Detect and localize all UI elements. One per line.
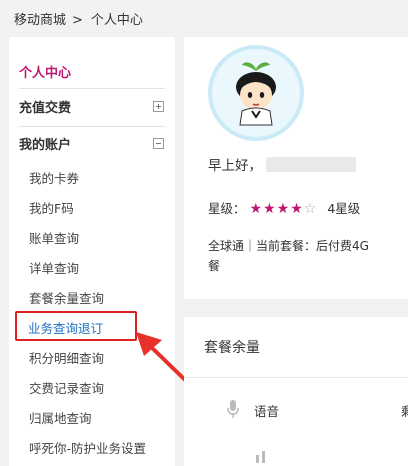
highlight-box [15, 311, 137, 341]
masked-username [266, 157, 356, 172]
greeting-text: 早上好， [208, 158, 262, 174]
breadcrumb-separator: > [72, 13, 83, 28]
star-filled-icon: ★ [249, 201, 264, 217]
voice-label: 语音 [254, 404, 280, 419]
microphone-icon [227, 400, 239, 418]
balance-divider [184, 377, 408, 378]
avatar-icon [216, 53, 296, 133]
voice-row: 语音 剩 [227, 400, 408, 420]
level-text: 4星级 [327, 201, 361, 216]
plan-info: 全球通｜当前套餐：后付费4G 餐 [208, 236, 408, 276]
sidebar-group-account-label: 我的账户 [19, 138, 72, 153]
plan-info-line2: 餐 [208, 259, 221, 273]
plan-info-line1: 全球通｜当前套餐：后付费4G [208, 239, 369, 253]
sidebar-item-payment-records[interactable]: 交费记录查询 [29, 378, 104, 396]
breadcrumb-current: 个人中心 [90, 13, 143, 28]
sidebar-divider [19, 88, 165, 89]
balance-panel: 套餐余量 语音 剩 [184, 317, 408, 466]
breadcrumb: 移动商城 > 个人中心 [14, 9, 143, 28]
sidebar-item-plan-balance[interactable]: 套餐余量查询 [29, 288, 104, 306]
minus-box-icon[interactable] [153, 138, 164, 149]
sidebar-item-points-detail[interactable]: 积分明细查询 [29, 348, 104, 366]
sidebar-group-recharge[interactable]: 充值交费 [19, 97, 165, 117]
sidebar-item-fcode[interactable]: 我的F码 [29, 198, 74, 216]
sidebar-item-detail-query[interactable]: 详单查询 [29, 258, 79, 276]
sidebar-group-account[interactable]: 我的账户 [19, 134, 165, 154]
sidebar-item-harassment-protection[interactable]: 呼死你-防护业务设置 [29, 438, 146, 456]
avatar[interactable] [208, 45, 304, 141]
sidebar-group-recharge-label: 充值交费 [19, 101, 72, 116]
sidebar-divider [19, 126, 165, 127]
star-filled-icon: ★ [276, 201, 291, 217]
balance-title: 套餐余量 [204, 340, 260, 356]
greeting: 早上好， [208, 154, 356, 174]
sidebar-item-coupons[interactable]: 我的卡券 [29, 168, 79, 186]
star-empty-icon: ☆ [303, 201, 318, 217]
star-filled-icon: ★ [290, 201, 304, 217]
level-label: 星级： [208, 201, 246, 216]
sidebar-item-location-query[interactable]: 归属地查询 [29, 408, 92, 426]
sidebar-title[interactable]: 个人中心 [19, 62, 71, 81]
user-level: 星级： ★★★★☆ 4星级 [208, 198, 360, 217]
level-stars: ★★★★☆ [250, 201, 318, 217]
profile-panel: 早上好， 星级： ★★★★☆ 4星级 全球通｜当前套餐：后付费4G 餐 [184, 37, 408, 299]
voice-remaining-label: 剩 [401, 404, 408, 419]
data-usage-icon [256, 451, 265, 463]
star-filled-icon: ★ [263, 201, 277, 217]
breadcrumb-home[interactable]: 移动商城 [14, 13, 66, 28]
sidebar-item-bill-query[interactable]: 账单查询 [29, 228, 79, 246]
plus-box-icon[interactable] [153, 101, 164, 112]
